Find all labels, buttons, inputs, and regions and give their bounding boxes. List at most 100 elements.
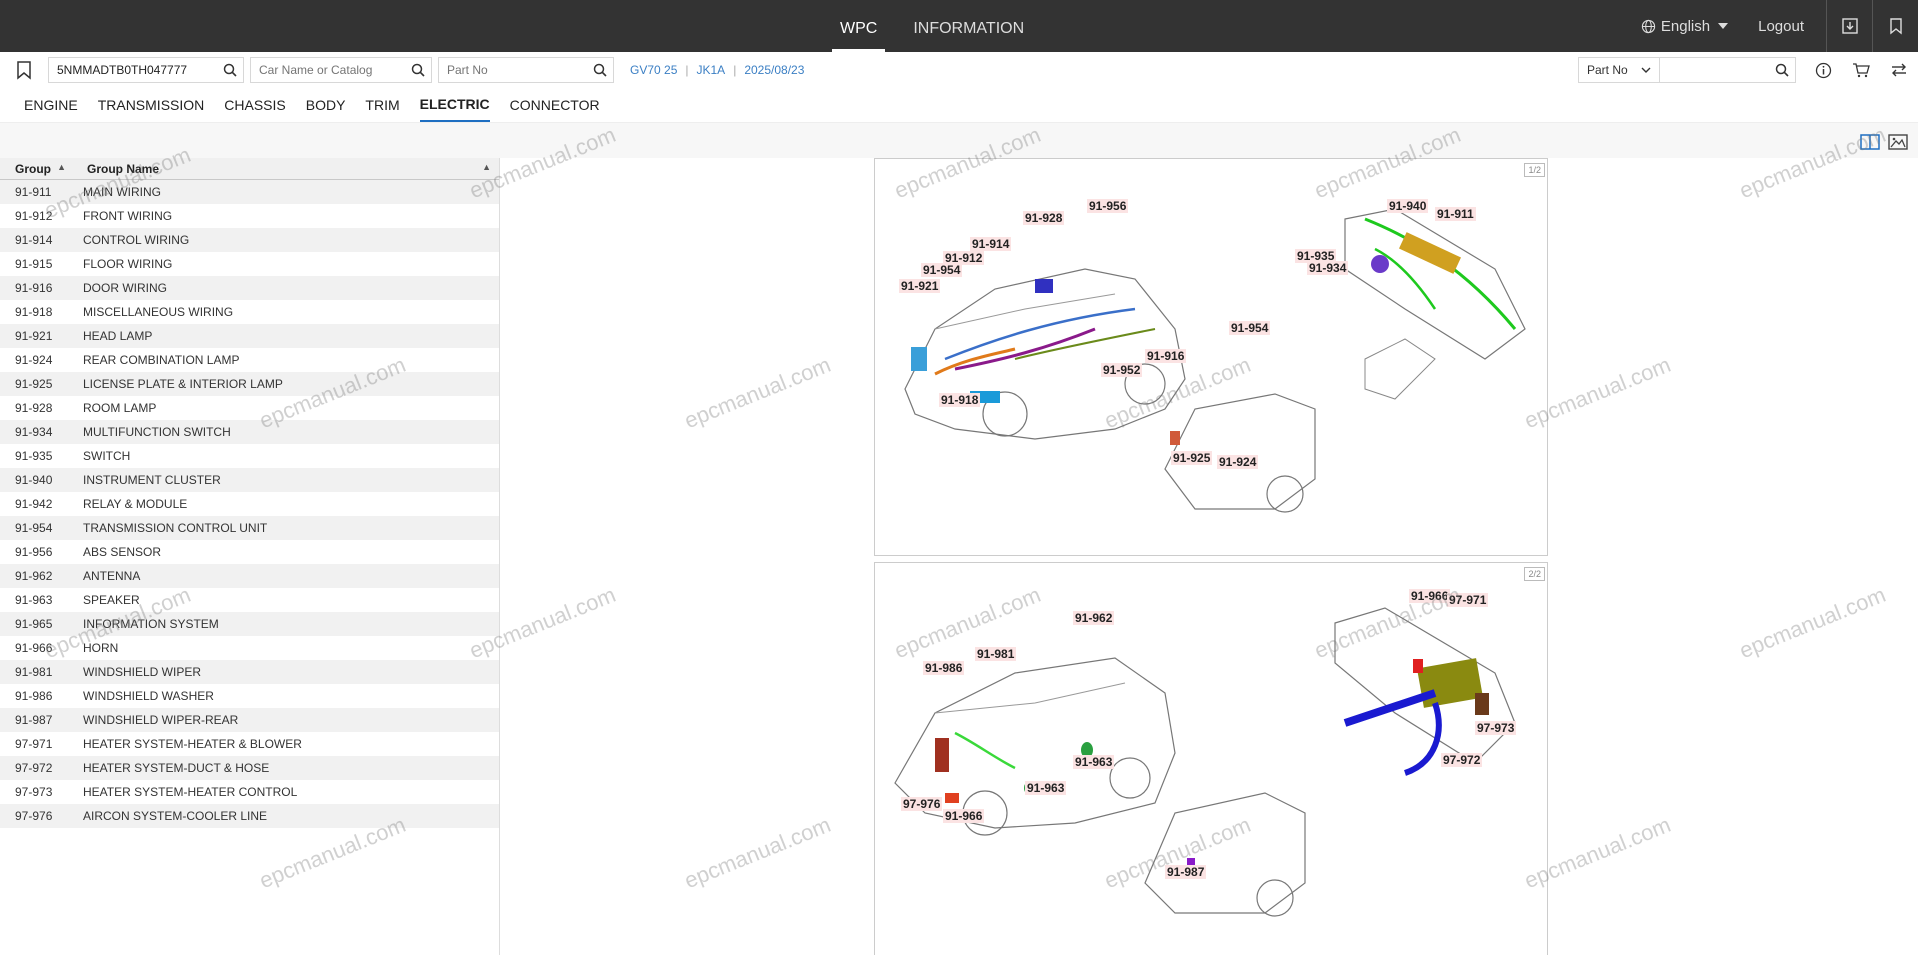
callout-label[interactable]: 91-962 — [1073, 611, 1115, 625]
table-row[interactable]: 97-973 HEATER SYSTEM-HEATER CONTROL — [0, 780, 499, 804]
tab-electric[interactable]: ELECTRIC — [419, 88, 490, 122]
callout-label[interactable]: 97-973 — [1475, 721, 1517, 735]
callout-label[interactable]: 91-914 — [970, 237, 1012, 251]
callout-label[interactable]: 91-986 — [923, 661, 965, 675]
group-name: HORN — [83, 641, 119, 655]
group-code: 91-956 — [15, 545, 53, 559]
table-row[interactable]: 91-940 INSTRUMENT CLUSTER — [0, 468, 499, 492]
table-row[interactable]: 91-918 MISCELLANEOUS WIRING — [0, 300, 499, 324]
table-row[interactable]: 91-987 WINDSHIELD WIPER-REAR — [0, 708, 499, 732]
callout-label[interactable]: 91-954 — [1229, 321, 1271, 335]
callout-label[interactable]: 91-963 — [1025, 781, 1067, 795]
swap-button[interactable] — [1880, 62, 1918, 78]
bookmarks-button[interactable] — [1872, 0, 1918, 52]
group-name: WINDSHIELD WIPER-REAR — [83, 713, 239, 727]
image-view-button[interactable] — [1884, 131, 1912, 153]
table-row[interactable]: 91-935 SWITCH — [0, 444, 499, 468]
group-name: ROOM LAMP — [83, 401, 157, 415]
vin-input[interactable] — [49, 58, 217, 82]
tab-trim[interactable]: TRIM — [365, 88, 399, 122]
tab-connector[interactable]: CONNECTOR — [510, 88, 600, 122]
cart-icon — [1853, 63, 1870, 78]
table-row[interactable]: 91-924 REAR COMBINATION LAMP — [0, 348, 499, 372]
callout-label[interactable]: 91-956 — [1087, 199, 1129, 213]
table-row[interactable]: 97-971 HEATER SYSTEM-HEATER & BLOWER — [0, 732, 499, 756]
callout-label[interactable]: 91-987 — [1165, 865, 1207, 879]
bookmark-icon — [1889, 18, 1902, 35]
split-view-button[interactable] — [1856, 131, 1884, 153]
table-row[interactable]: 91-925 LICENSE PLATE & INTERIOR LAMP — [0, 372, 499, 396]
callout-label[interactable]: 91-954 — [921, 263, 963, 277]
table-row[interactable]: 97-976 AIRCON SYSTEM-COOLER LINE — [0, 804, 499, 828]
language-selector[interactable]: English — [1641, 18, 1729, 35]
callout-label[interactable]: 91-928 — [1023, 211, 1065, 225]
callout-label[interactable]: 91-934 — [1307, 261, 1349, 275]
callout-label[interactable]: 91-981 — [975, 647, 1017, 661]
right-search-field[interactable] — [1660, 57, 1796, 83]
tab-wpc[interactable]: WPC — [832, 0, 886, 52]
diagram-page-2[interactable]: 2/2 91-962 91-981 91-986 91-966 97-971 97-973… — [874, 562, 1548, 955]
group-code: 91-966 — [15, 641, 53, 655]
table-row[interactable]: 91-934 MULTIFUNCTION SWITCH — [0, 420, 499, 444]
header-group[interactable]: Group ▲ — [0, 162, 74, 176]
callout-label[interactable]: 91-963 — [1073, 755, 1115, 769]
table-row[interactable]: 91-965 INFORMATION SYSTEM — [0, 612, 499, 636]
tab-chassis[interactable]: CHASSIS — [224, 88, 285, 122]
callout-label[interactable]: 91-966 — [943, 809, 985, 823]
crumb-model[interactable]: GV70 25 — [630, 63, 677, 77]
header-group-name[interactable]: Group Name ▲ — [74, 162, 499, 176]
bookmark-toggle[interactable] — [0, 60, 48, 80]
callout-label[interactable]: 91-940 — [1387, 199, 1429, 213]
part-search-input[interactable] — [439, 58, 587, 82]
part-search-button[interactable] — [587, 63, 613, 77]
tab-transmission[interactable]: TRANSMISSION — [98, 88, 205, 122]
diagram-page-1[interactable]: 1/2 91-956 91-928 91-914 91-912 91-954 9… — [874, 158, 1548, 556]
table-row[interactable]: 91-966 HORN — [0, 636, 499, 660]
table-row[interactable]: 91-954 TRANSMISSION CONTROL UNIT — [0, 516, 499, 540]
search-icon[interactable] — [1775, 63, 1789, 77]
image-icon — [1888, 134, 1908, 150]
table-row[interactable]: 97-972 HEATER SYSTEM-DUCT & HOSE — [0, 756, 499, 780]
table-row[interactable]: 91-956 ABS SENSOR — [0, 540, 499, 564]
callout-label[interactable]: 91-918 — [939, 393, 981, 407]
group-name: HEATER SYSTEM-DUCT & HOSE — [83, 761, 270, 775]
callout-label[interactable]: 91-966 — [1409, 589, 1451, 603]
cart-button[interactable] — [1842, 62, 1880, 78]
callout-label[interactable]: 91-924 — [1217, 455, 1259, 469]
tab-information[interactable]: INFORMATION — [905, 0, 1032, 52]
table-row[interactable]: 91-911 MAIN WIRING — [0, 180, 499, 204]
group-code: 91-935 — [15, 449, 53, 463]
table-row[interactable]: 91-986 WINDSHIELD WASHER — [0, 684, 499, 708]
callout-label[interactable]: 91-911 — [1435, 207, 1476, 221]
group-name: INSTRUMENT CLUSTER — [83, 473, 221, 487]
callout-label[interactable]: 91-952 — [1101, 363, 1143, 377]
download-button[interactable] — [1826, 0, 1872, 52]
callout-label[interactable]: 97-972 — [1441, 753, 1483, 767]
table-row[interactable]: 91-963 SPEAKER — [0, 588, 499, 612]
table-row[interactable]: 91-914 CONTROL WIRING — [0, 228, 499, 252]
table-row[interactable]: 91-912 FRONT WIRING — [0, 204, 499, 228]
crumb-catalog[interactable]: JK1A — [697, 63, 726, 77]
tab-engine[interactable]: ENGINE — [24, 88, 78, 122]
table-row[interactable]: 91-962 ANTENNA — [0, 564, 499, 588]
vin-search-button[interactable] — [217, 63, 243, 77]
table-row[interactable]: 91-942 RELAY & MODULE — [0, 492, 499, 516]
callout-label[interactable]: 91-925 — [1171, 451, 1213, 465]
logout-link[interactable]: Logout — [1758, 18, 1804, 35]
table-row[interactable]: 91-916 DOOR WIRING — [0, 276, 499, 300]
callout-label[interactable]: 91-916 — [1145, 349, 1187, 363]
search-type-dropdown[interactable]: Part No — [1578, 57, 1660, 83]
tab-body[interactable]: BODY — [306, 88, 346, 122]
table-row[interactable]: 91-921 HEAD LAMP — [0, 324, 499, 348]
callout-label[interactable]: 91-921 — [899, 279, 941, 293]
table-row[interactable]: 91-915 FLOOR WIRING — [0, 252, 499, 276]
info-button[interactable] — [1804, 62, 1842, 79]
crumb-date[interactable]: 2025/08/23 — [744, 63, 804, 77]
callout-label[interactable]: 97-976 — [901, 797, 943, 811]
table-row[interactable]: 91-928 ROOM LAMP — [0, 396, 499, 420]
car-search-input[interactable] — [251, 58, 405, 82]
car-search-button[interactable] — [405, 63, 431, 77]
table-row[interactable]: 91-981 WINDSHIELD WIPER — [0, 660, 499, 684]
header-group-name-label: Group Name — [87, 161, 160, 176]
callout-label[interactable]: 97-971 — [1447, 593, 1489, 607]
